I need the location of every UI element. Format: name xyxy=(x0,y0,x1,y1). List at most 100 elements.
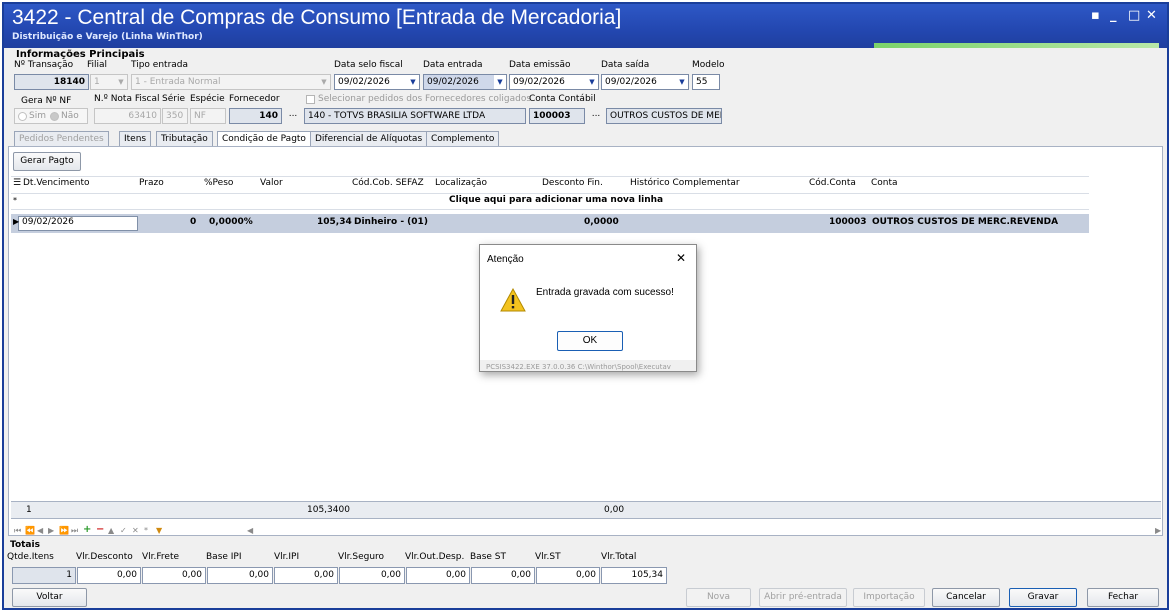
data-saida-field[interactable]: 09/02/2026 ▼ xyxy=(601,74,689,90)
dialog-status: PCSIS3422.EXE 37.0.0.36 C:\Winthor\Spool… xyxy=(486,363,671,371)
edit-record-icon[interactable]: ▲ xyxy=(108,526,114,535)
delete-record-icon[interactable]: − xyxy=(96,524,104,535)
window-title: 3422 - Central de Compras de Consumo [En… xyxy=(12,6,622,29)
restore-icon[interactable]: ▪ xyxy=(1091,8,1100,23)
footer-valor: 105,3400 xyxy=(307,505,350,515)
new-row-hint[interactable]: Clique aqui para adicionar uma nova linh… xyxy=(449,195,663,205)
vlr-seguro-field[interactable]: 0,00 xyxy=(339,567,405,584)
close-icon[interactable]: ✕ xyxy=(676,251,686,265)
col-historico[interactable]: Histórico Complementar xyxy=(630,178,740,188)
grid-menu-icon[interactable]: ☰ xyxy=(13,178,21,188)
alert-dialog: Atenção ✕ Entrada gravada com sucesso! O… xyxy=(479,244,697,372)
conta-cod-field[interactable]: 100003 xyxy=(529,108,585,124)
fornecedor-search-button[interactable]: ... xyxy=(285,108,301,124)
col-dt-vencimento[interactable]: Dt.Vencimento xyxy=(23,178,90,188)
col-conta[interactable]: Conta xyxy=(871,178,898,188)
col-desconto-fin[interactable]: Desconto Fin. xyxy=(542,178,603,188)
selecionar-pedidos-checkbox[interactable] xyxy=(306,95,315,104)
col-cod-conta[interactable]: Cód.Conta xyxy=(809,178,856,188)
data-selo-field[interactable]: 09/02/2026 ▼ xyxy=(334,74,420,90)
vlr-ipi-label: Vlr.IPI xyxy=(274,552,300,562)
voltar-button[interactable]: Voltar xyxy=(12,588,87,607)
data-emissao-field[interactable]: 09/02/2026 ▼ xyxy=(509,74,599,90)
gera-nf-label: Gera Nº NF xyxy=(21,96,72,106)
minimize-icon[interactable]: _ xyxy=(1110,8,1117,23)
vlr-desconto-label: Vlr.Desconto xyxy=(76,552,133,562)
gravar-button[interactable]: Gravar xyxy=(1009,588,1077,607)
base-ipi-label: Base IPI xyxy=(206,552,242,562)
prev-page-icon[interactable]: ⏪ xyxy=(25,526,35,535)
nova-button[interactable]: Nova xyxy=(686,588,751,607)
next-page-icon[interactable]: ⏩ xyxy=(59,526,69,535)
scroll-right-icon[interactable]: ▶ xyxy=(1155,526,1161,535)
footer-desconto: 0,00 xyxy=(604,505,625,515)
vlr-ipi-field[interactable]: 0,00 xyxy=(274,567,338,584)
tab-itens[interactable]: Itens xyxy=(119,131,152,146)
grid-header-border xyxy=(11,193,1089,194)
first-record-icon[interactable]: ⏮ xyxy=(14,526,21,536)
tab-diferencial-aliquotas[interactable]: Diferencial de Alíquotas xyxy=(310,131,428,146)
base-st-field[interactable]: 0,00 xyxy=(471,567,535,584)
totais-title: Totais xyxy=(10,540,40,550)
next-record-icon[interactable]: ▶ xyxy=(48,526,54,535)
cell-conta: OUTROS CUSTOS DE MERC.REVENDA xyxy=(872,217,1059,227)
cell-peso: 0,0000% xyxy=(209,217,253,227)
col-prazo[interactable]: Prazo xyxy=(139,178,164,188)
chevron-down-icon: ▼ xyxy=(321,78,327,86)
filial-value: 1 xyxy=(94,77,100,87)
cancelar-button[interactable]: Cancelar xyxy=(932,588,1000,607)
new-row-marker-icon: * xyxy=(13,196,17,205)
cancel-record-icon[interactable]: ✕ xyxy=(132,526,139,535)
vlr-out-desp-label: Vlr.Out.Desp. xyxy=(405,552,465,562)
scroll-left-icon[interactable]: ◀ xyxy=(247,526,253,535)
section-title: Informações Principais xyxy=(16,49,145,60)
ok-button[interactable]: OK xyxy=(557,331,623,351)
abrir-pre-entrada-button[interactable]: Abrir pré-entrada xyxy=(759,588,847,607)
conta-search-button[interactable]: ... xyxy=(588,108,604,124)
col-peso[interactable]: %Peso xyxy=(204,178,233,188)
vlr-desconto-field[interactable]: 0,00 xyxy=(77,567,141,584)
maximize-icon[interactable]: □ xyxy=(1128,8,1140,23)
sim-radio[interactable] xyxy=(18,112,27,121)
last-record-icon[interactable]: ⏭ xyxy=(71,526,78,536)
vlr-total-field[interactable]: 105,34 xyxy=(601,567,667,584)
nao-radio[interactable] xyxy=(50,112,59,121)
tab-tributacao[interactable]: Tributação xyxy=(156,131,213,146)
filter-icon[interactable]: ▼ xyxy=(156,526,162,535)
tab-complemento[interactable]: Complemento xyxy=(426,131,500,146)
nota-fiscal-label: N.º Nota Fiscal xyxy=(94,94,160,104)
fechar-button[interactable]: Fechar xyxy=(1087,588,1159,607)
close-icon[interactable]: ✕ xyxy=(1146,8,1157,23)
modelo-field[interactable]: 55 xyxy=(692,74,720,90)
grid-top-border xyxy=(11,176,1089,177)
post-record-icon[interactable]: ✓ xyxy=(120,526,127,535)
gerar-pagto-button[interactable]: Gerar Pagto xyxy=(13,152,81,171)
col-localizacao[interactable]: Localização xyxy=(435,178,487,188)
data-entrada-field[interactable]: 09/02/2026 ▼ xyxy=(423,74,507,90)
col-valor[interactable]: Valor xyxy=(260,178,283,188)
vlr-st-field[interactable]: 0,00 xyxy=(536,567,600,584)
new-row-border xyxy=(11,209,1089,210)
filial-field[interactable]: 1 ▼ xyxy=(90,74,128,90)
tab-condicao-pagto[interactable]: Condição de Pagto xyxy=(217,131,311,147)
qtde-itens-field: 1 xyxy=(12,567,76,584)
col-cod-cob-sefaz[interactable]: Cód.Cob. SEFAZ xyxy=(352,178,424,188)
calendar-dropdown-icon[interactable]: ▼ xyxy=(586,75,598,89)
tipo-entrada-field[interactable]: 1 - Entrada Normal ▼ xyxy=(131,74,331,90)
calendar-dropdown-icon[interactable]: ▼ xyxy=(676,75,688,89)
tab-pedidos-pendentes[interactable]: Pedidos Pendentes xyxy=(14,131,109,146)
chevron-down-icon: ▼ xyxy=(118,78,124,86)
fornecedor-cod-field[interactable]: 140 xyxy=(229,108,282,124)
cell-desconto: 0,0000 xyxy=(584,217,619,227)
vlr-out-desp-field[interactable]: 0,00 xyxy=(406,567,470,584)
vlr-frete-field[interactable]: 0,00 xyxy=(142,567,206,584)
importacao-button[interactable]: Importação xyxy=(853,588,925,607)
prev-record-icon[interactable]: ◀ xyxy=(37,526,43,535)
selecionar-pedidos-label: Selecionar pedidos dos Fornecedores coli… xyxy=(318,94,532,104)
add-record-icon[interactable]: + xyxy=(83,524,91,535)
calendar-dropdown-icon[interactable]: ▼ xyxy=(407,75,419,89)
calendar-dropdown-icon[interactable]: ▼ xyxy=(494,75,506,89)
refresh-icon[interactable]: * xyxy=(144,526,148,535)
base-ipi-field[interactable]: 0,00 xyxy=(207,567,273,584)
serie-field: 350 xyxy=(162,108,188,124)
